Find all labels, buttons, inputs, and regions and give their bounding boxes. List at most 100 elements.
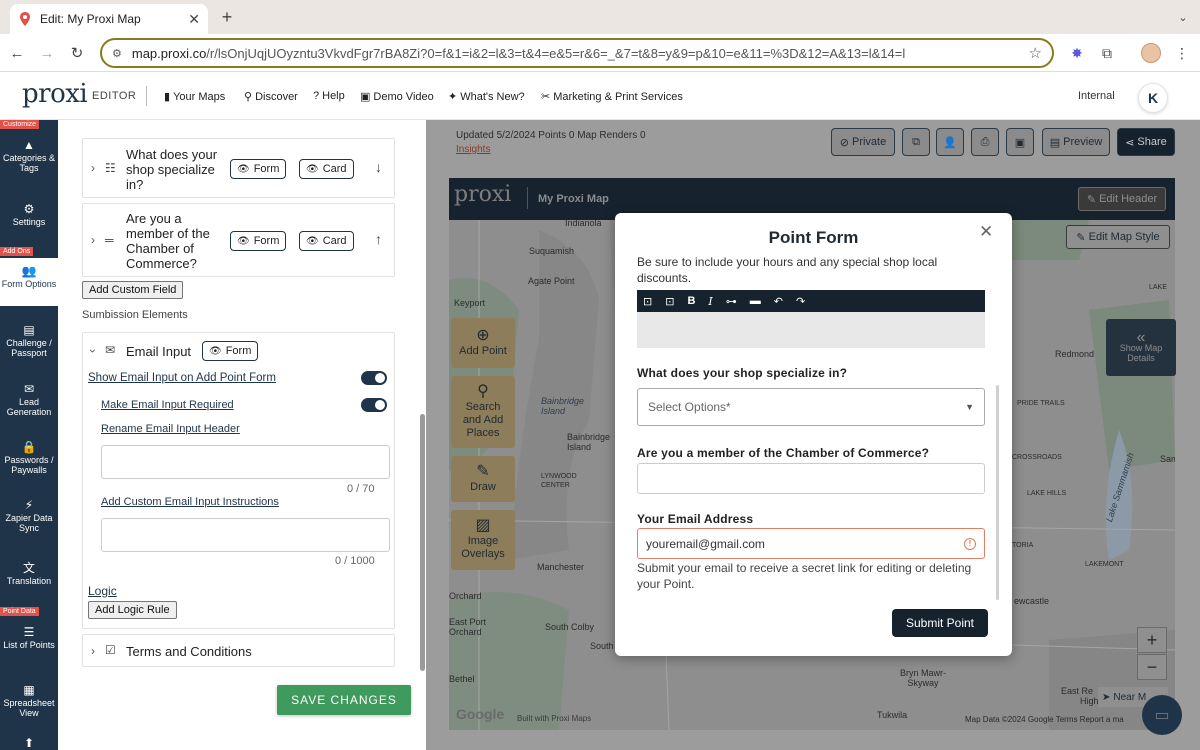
proxi-logo[interactable]: proxi bbox=[22, 79, 88, 109]
nav-help[interactable]: ? Help bbox=[313, 90, 345, 102]
show-email-input-link[interactable]: Show Email Input on Add Point Form bbox=[88, 372, 276, 384]
panel-scrollbar[interactable] bbox=[420, 414, 425, 671]
map-label: Suquamish bbox=[529, 246, 575, 256]
extension-icon[interactable]: ✸ bbox=[1067, 43, 1087, 63]
user-avatar[interactable]: K bbox=[1138, 83, 1168, 113]
rename-email-header-input[interactable] bbox=[101, 445, 390, 479]
embed-icon[interactable]: ▬ bbox=[750, 295, 761, 307]
rail-item-list-of-points[interactable]: ☰ List of Points bbox=[0, 626, 58, 650]
upload-icon[interactable]: ⬆ bbox=[0, 737, 58, 750]
card-visibility-toggle[interactable]: 👁 Card bbox=[299, 159, 354, 179]
duplicate-button[interactable]: ⧉ bbox=[902, 128, 930, 156]
rail-item-lead-generation[interactable]: ✉ Lead Generation bbox=[0, 383, 58, 417]
custom-email-instructions-input[interactable] bbox=[101, 518, 390, 552]
search-add-places-tool[interactable]: ⚲ Search and Add Places bbox=[451, 376, 515, 448]
print-button[interactable]: ⎙ bbox=[971, 128, 999, 156]
bold-icon[interactable]: B bbox=[687, 295, 695, 307]
nav-your-maps[interactable]: ▮ Your Maps bbox=[164, 90, 225, 104]
rail-item-translation[interactable]: 文 Translation bbox=[0, 562, 58, 586]
save-changes-button[interactable]: SAVE CHANGES bbox=[277, 685, 411, 715]
embed-button[interactable]: ▣ bbox=[1006, 128, 1034, 156]
reload-icon[interactable]: ↻ bbox=[66, 42, 88, 64]
forward-icon[interactable]: → bbox=[36, 42, 58, 64]
tab-search-icon[interactable]: ⌄ bbox=[1172, 6, 1194, 28]
collaborators-button[interactable]: 👤 bbox=[936, 128, 964, 156]
rename-email-header-link[interactable]: Rename Email Input Header bbox=[101, 423, 240, 435]
move-down-icon[interactable]: ↓ bbox=[375, 159, 382, 175]
rail-item-challenge[interactable]: ▤ Challenge / Passport bbox=[0, 324, 58, 358]
rail-item-zapier[interactable]: ⚡ Zapier Data Sync bbox=[0, 499, 58, 533]
close-icon[interactable]: ✕ bbox=[979, 222, 993, 242]
draw-tool[interactable]: ✎ Draw bbox=[451, 456, 515, 502]
card-visibility-toggle[interactable]: 👁 Card bbox=[299, 231, 354, 251]
envelope-icon: ✉ bbox=[105, 343, 116, 357]
custom-email-instructions-link[interactable]: Add Custom Email Input Instructions bbox=[101, 496, 279, 508]
rail-item-settings[interactable]: ⚙ Settings bbox=[0, 203, 58, 227]
map-label: Sam bbox=[1160, 454, 1175, 464]
chevron-down-icon[interactable]: › bbox=[86, 349, 100, 353]
redo-icon[interactable]: ↷ bbox=[796, 295, 805, 308]
rich-text-editor[interactable] bbox=[637, 312, 985, 348]
add-logic-rule-button[interactable]: Add Logic Rule bbox=[88, 601, 177, 619]
rail-item-passwords[interactable]: 🔒 Passwords / Paywalls bbox=[0, 441, 58, 475]
bookmark-star-icon[interactable]: ☆ bbox=[1029, 44, 1042, 62]
question-specialize-label: What does your shop specialize in? bbox=[637, 366, 848, 380]
italic-icon[interactable]: I bbox=[708, 295, 712, 308]
rail-item-form-options[interactable]: 👥 Form Options bbox=[0, 258, 58, 306]
specialize-select[interactable]: Select Options* ▼ bbox=[637, 388, 985, 426]
submit-point-button[interactable]: Submit Point bbox=[892, 609, 988, 637]
add-point-tool[interactable]: ⊕ Add Point bbox=[451, 318, 515, 368]
undo-icon[interactable]: ↶ bbox=[774, 295, 783, 308]
submission-elements-label: Sumbission Elements bbox=[82, 309, 188, 321]
add-custom-field-button[interactable]: Add Custom Field bbox=[82, 281, 184, 299]
new-tab-icon[interactable]: + bbox=[216, 6, 238, 28]
link-icon[interactable]: ⊶ bbox=[726, 295, 737, 308]
chamber-input[interactable] bbox=[637, 463, 985, 494]
insights-link[interactable]: Insights bbox=[456, 144, 490, 155]
heading1-icon[interactable]: ⊡ bbox=[643, 295, 652, 308]
move-up-icon[interactable]: ↑ bbox=[375, 231, 382, 247]
chevron-right-icon[interactable]: › bbox=[91, 233, 95, 247]
zoom-in-button[interactable]: + bbox=[1137, 627, 1167, 653]
browser-tab[interactable]: Edit: My Proxi Map ✕ bbox=[10, 4, 208, 34]
preview-button[interactable]: ▤ Preview bbox=[1042, 128, 1110, 156]
nav-whats-new[interactable]: ✦ What's New? bbox=[448, 90, 525, 104]
rail-label: Passwords / Paywalls bbox=[4, 455, 54, 475]
close-tab-icon[interactable]: ✕ bbox=[188, 11, 200, 28]
edit-header-button[interactable]: ✎ Edit Header bbox=[1078, 187, 1166, 211]
modal-scrollbar[interactable] bbox=[996, 385, 999, 600]
zoom-out-button[interactable]: − bbox=[1137, 654, 1167, 680]
heading2-icon[interactable]: ⊡ bbox=[665, 295, 674, 308]
nav-help-label: Help bbox=[322, 90, 345, 102]
dropdown-arrow-icon: ▼ bbox=[965, 402, 974, 412]
chevron-right-icon[interactable]: › bbox=[91, 161, 95, 175]
edit-map-style-button[interactable]: ✎ Edit Map Style bbox=[1066, 225, 1170, 249]
chevron-right-icon[interactable]: › bbox=[91, 644, 95, 658]
url-field[interactable]: ⚙ map.proxi.co/r/lsOnjUqjUOyzntu3VkvdFgr… bbox=[100, 38, 1054, 68]
map-status: Updated 5/2/2024 Points 0 Map Renders 0 bbox=[456, 130, 646, 141]
email-input[interactable]: youremail@gmail.com! bbox=[637, 528, 985, 559]
site-settings-icon[interactable]: ⚙ bbox=[112, 47, 122, 60]
form-visibility-toggle[interactable]: 👁 Form bbox=[230, 231, 287, 251]
form-visibility-toggle[interactable]: 👁 Form bbox=[230, 159, 287, 179]
rail-item-spreadsheet[interactable]: ▦ Spreadsheet View bbox=[0, 684, 58, 718]
private-button[interactable]: ⊘ Private bbox=[831, 128, 895, 156]
nav-demo-video[interactable]: ▣ Demo Video bbox=[360, 90, 434, 104]
nav-discover[interactable]: ⚲ Discover bbox=[244, 90, 298, 104]
show-email-toggle[interactable] bbox=[361, 371, 387, 385]
nav-marketing[interactable]: ✂ Marketing & Print Services bbox=[541, 90, 683, 104]
puzzle-icon[interactable]: ⧉ bbox=[1097, 43, 1117, 63]
logic-link[interactable]: Logic bbox=[88, 584, 117, 598]
show-map-details-button[interactable]: «Show Map Details bbox=[1106, 319, 1176, 376]
email-form-visibility-toggle[interactable]: 👁 Form bbox=[202, 341, 259, 361]
menu-kebab-icon[interactable]: ⋮ bbox=[1172, 43, 1192, 63]
email-required-toggle[interactable] bbox=[361, 398, 387, 412]
rail-item-categories[interactable]: ▲ Categories & Tags bbox=[0, 139, 58, 173]
map-attribution: Map Data ©2024 Google Terms Report a ma bbox=[965, 715, 1124, 724]
chat-support-button[interactable]: ▭ bbox=[1142, 695, 1182, 735]
profile-avatar[interactable] bbox=[1141, 43, 1161, 63]
image-overlays-tool[interactable]: ▨ Image Overlays bbox=[451, 510, 515, 570]
back-icon[interactable]: ← bbox=[6, 42, 28, 64]
share-button[interactable]: ⋖ Share bbox=[1117, 128, 1175, 156]
email-required-link[interactable]: Make Email Input Required bbox=[101, 399, 234, 411]
